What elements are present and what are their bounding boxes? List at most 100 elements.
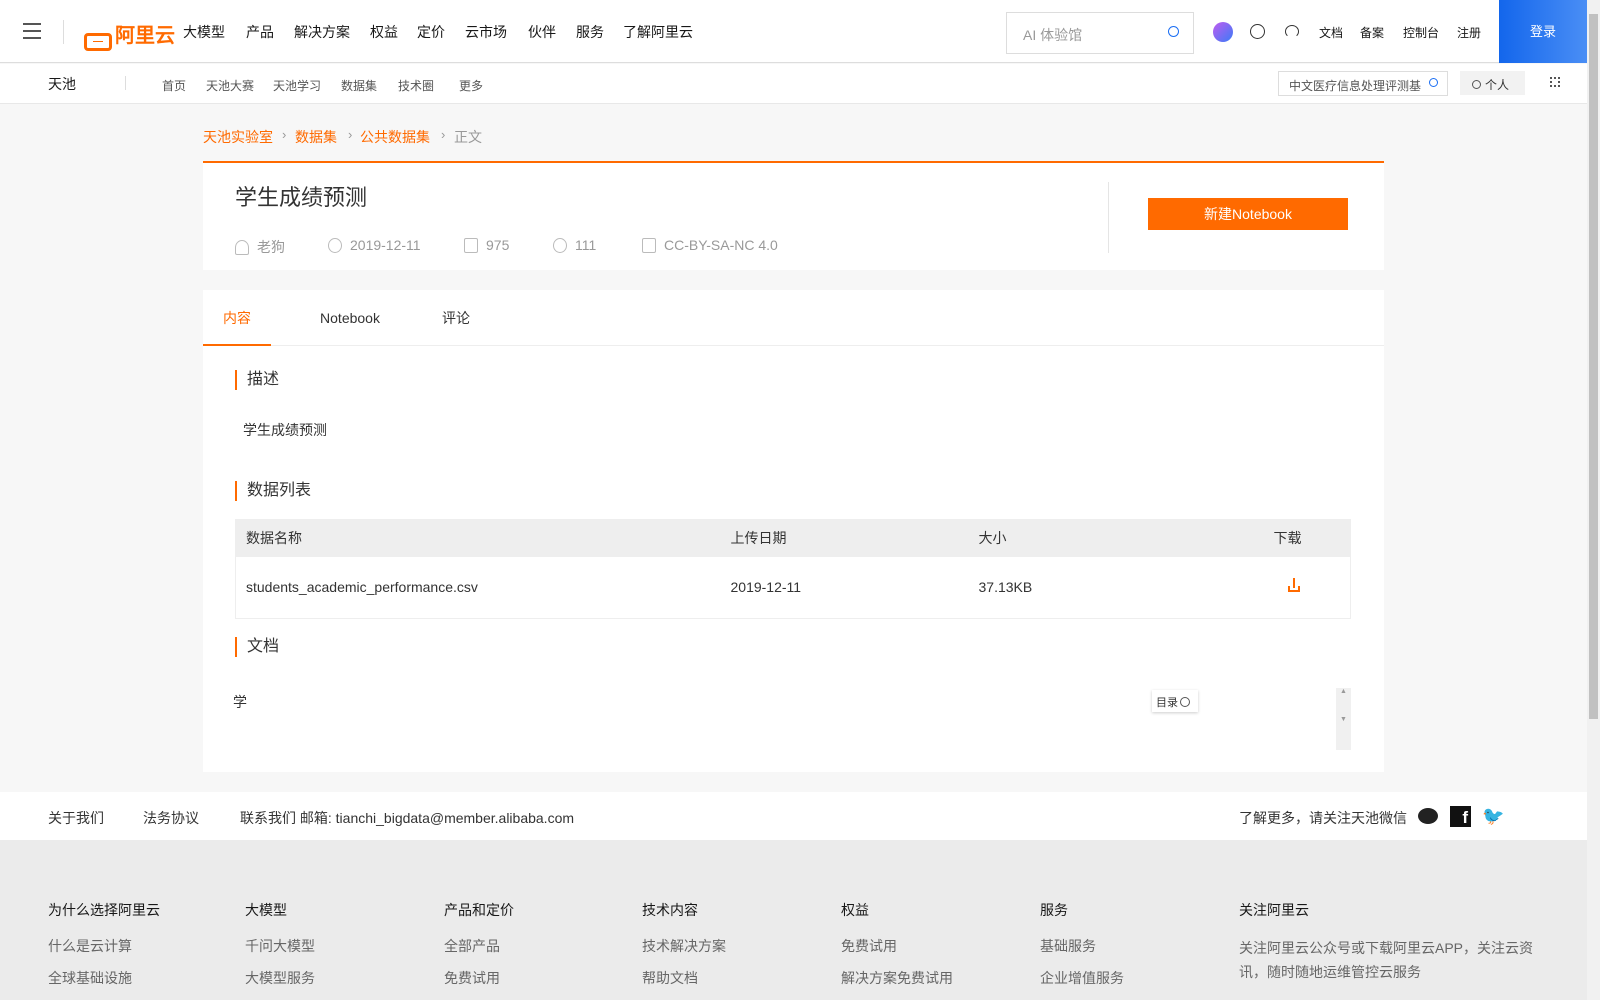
login-button[interactable]: 登录 <box>1499 0 1587 63</box>
user-icon <box>235 240 249 255</box>
nav-item[interactable]: 服务 <box>576 22 604 42</box>
meta-date: 2019-12-11 <box>328 237 421 253</box>
column-header: 下载 <box>1263 519 1351 557</box>
doc-text: 学 <box>233 694 247 710</box>
nav-item[interactable]: 定价 <box>417 22 445 42</box>
file-size: 37.13KB <box>978 579 1033 596</box>
clock-icon <box>328 238 342 253</box>
data-table: 数据名称 上传日期 大小 下载 students_academic_perfor… <box>235 519 1351 619</box>
meta-shares: 111 <box>553 237 596 253</box>
new-notebook-button[interactable]: 新建Notebook <box>1148 198 1348 230</box>
subnav-learning[interactable]: 天池学习 <box>273 77 321 94</box>
search-placeholder: AI 体验馆 <box>1023 27 1083 43</box>
logo-text: 阿里云 <box>115 25 175 47</box>
docs-link[interactable]: 文档 <box>1319 24 1343 41</box>
footer-link[interactable]: 什么是云计算 <box>48 936 132 956</box>
footer-links-bar: 关于我们 法务协议 联系我们 邮箱: tianchi_bigdata@membe… <box>0 792 1587 840</box>
footer-link[interactable]: 免费试用 <box>841 936 897 956</box>
subnav-tech[interactable]: 技术圈 <box>398 77 434 94</box>
footer-link[interactable]: 基础服务 <box>1040 936 1096 956</box>
subnav-search-value: 中文医疗信息处理评测基 <box>1289 79 1422 93</box>
subnav-competition[interactable]: 天池大赛 <box>206 77 254 94</box>
download-count: 975 <box>486 237 510 253</box>
divider <box>125 76 126 90</box>
breadcrumb-separator: › <box>441 127 446 142</box>
top-navbar: — 阿里云 大模型 产品 解决方案 权益 定价 云市场 伙伴 服务 了解阿里云 A… <box>0 0 1587 63</box>
publish-date: 2019-12-11 <box>350 237 421 253</box>
ai-assistant-icon[interactable] <box>1213 22 1233 42</box>
search-input[interactable]: AI 体验馆 <box>1006 12 1194 54</box>
footer-col-title: 产品和定价 <box>444 902 514 918</box>
table-header: 数据名称 上传日期 大小 下载 <box>235 519 1351 557</box>
doc-scrollbar[interactable]: ▲ ▼ <box>1336 688 1351 750</box>
download-icon[interactable] <box>1287 578 1300 593</box>
breadcrumb-lab[interactable]: 天池实验室 <box>203 127 273 147</box>
page-scrollbar[interactable] <box>1587 0 1600 1000</box>
switch-icon[interactable] <box>1550 77 1560 87</box>
breadcrumb-separator: › <box>282 127 287 142</box>
facebook-icon[interactable]: f <box>1450 806 1471 827</box>
column-header: 上传日期 <box>720 519 969 557</box>
nav-item[interactable]: 大模型 <box>183 22 225 42</box>
subnav-search-input[interactable]: 中文医疗信息处理评测基 <box>1278 71 1448 96</box>
breadcrumb-current: 正文 <box>454 129 482 145</box>
globe-icon[interactable] <box>1250 24 1265 39</box>
headset-icon[interactable] <box>1285 25 1299 38</box>
footer-link[interactable]: 技术解决方案 <box>642 936 726 956</box>
footer-link[interactable]: 帮助文档 <box>642 968 698 988</box>
nav-item[interactable]: 云市场 <box>465 22 507 42</box>
tab-comments[interactable]: 评论 <box>431 290 481 346</box>
footer-link[interactable]: 千问大模型 <box>245 936 315 956</box>
footer-link[interactable]: 企业增值服务 <box>1040 968 1124 988</box>
footer-link[interactable]: 解决方案免费试用 <box>841 968 953 988</box>
icp-link[interactable]: 备案 <box>1360 24 1384 41</box>
console-link[interactable]: 控制台 <box>1403 24 1439 41</box>
search-icon[interactable] <box>1168 26 1179 37</box>
tianchi-brand[interactable]: 天池 <box>48 74 76 94</box>
menu-icon[interactable] <box>23 23 41 39</box>
logo-mark-icon: — <box>84 33 112 51</box>
wechat-icon[interactable] <box>1418 808 1438 824</box>
subnav-datasets[interactable]: 数据集 <box>341 77 377 94</box>
tab-notebook[interactable]: Notebook <box>305 290 395 346</box>
breadcrumb-datasets[interactable]: 数据集 <box>295 127 337 147</box>
section-data-list: 数据列表 <box>235 481 311 501</box>
toc-button[interactable]: 目录 <box>1152 690 1198 712</box>
content-panel: 内容 Notebook 评论 描述 学生成绩预测 数据列表 数据名称 上传日期 … <box>203 290 1384 772</box>
scrollbar-thumb[interactable] <box>1589 14 1598 719</box>
footer-col-title: 权益 <box>841 902 869 918</box>
logo[interactable]: — 阿里云 <box>84 19 175 51</box>
twitter-icon[interactable]: 🐦 <box>1482 806 1504 827</box>
footer-col-title: 关注阿里云 <box>1239 902 1309 918</box>
legal-link[interactable]: 法务协议 <box>143 808 199 828</box>
search-icon[interactable] <box>1429 78 1438 87</box>
breadcrumb-public[interactable]: 公共数据集 <box>360 127 430 147</box>
tab-content[interactable]: 内容 <box>203 290 271 346</box>
nav-item[interactable]: 产品 <box>246 22 274 42</box>
register-link[interactable]: 注册 <box>1457 24 1481 41</box>
document-icon <box>642 238 656 253</box>
nav-item[interactable]: 权益 <box>370 22 398 42</box>
footer-col-title: 为什么选择阿里云 <box>48 902 160 918</box>
about-link[interactable]: 关于我们 <box>48 808 104 828</box>
license: CC-BY-SA-NC 4.0 <box>664 237 778 253</box>
nav-item[interactable]: 解决方案 <box>294 22 350 42</box>
section-documentation: 文档 <box>235 637 279 657</box>
file-name: students_academic_performance.csv <box>246 579 478 596</box>
footer-link[interactable]: 大模型服务 <box>245 968 315 988</box>
meta-downloads: 975 <box>464 237 509 253</box>
nav-item[interactable]: 伙伴 <box>528 22 556 42</box>
footer-link[interactable]: 免费试用 <box>444 968 500 988</box>
nav-item[interactable]: 了解阿里云 <box>623 22 693 42</box>
user-circle-icon <box>1472 80 1481 89</box>
footer-col-title: 大模型 <box>245 902 287 918</box>
author-name: 老狗 <box>257 239 285 255</box>
breadcrumb-separator: › <box>348 127 353 142</box>
subnav-home[interactable]: 首页 <box>162 77 186 94</box>
footer-link[interactable]: 全部产品 <box>444 936 500 956</box>
footer-link[interactable]: 全球基础设施 <box>48 968 132 988</box>
follow-text: 了解更多，请关注天池微信 <box>1239 810 1407 826</box>
contact-email[interactable]: 联系我们 邮箱: tianchi_bigdata@member.alibaba.… <box>240 808 574 828</box>
personal-button[interactable]: 个人 <box>1460 71 1525 95</box>
subnav-more[interactable]: 更多 <box>459 77 483 94</box>
